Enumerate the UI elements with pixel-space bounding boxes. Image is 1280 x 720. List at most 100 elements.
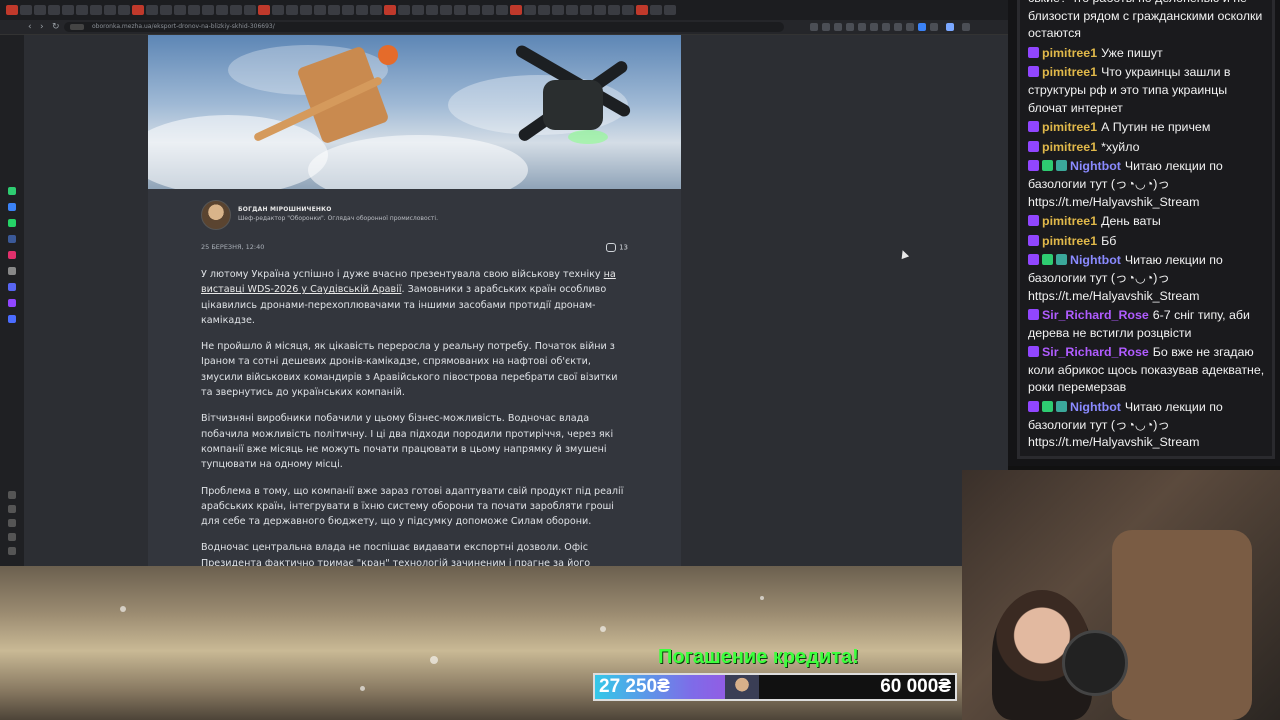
instagram-icon[interactable] (8, 251, 16, 259)
chat-username[interactable]: pimitree1 (1042, 140, 1097, 154)
browser-tab[interactable] (300, 5, 312, 15)
extension-icon[interactable] (918, 23, 926, 31)
browser-tab[interactable] (76, 5, 88, 15)
discord-icon[interactable] (8, 283, 16, 291)
browser-tab[interactable] (160, 5, 172, 15)
browser-tab[interactable] (566, 5, 578, 15)
extension-icon[interactable] (906, 23, 914, 31)
browser-tab[interactable] (650, 5, 662, 15)
chat-username[interactable]: Nightbot (1070, 253, 1121, 267)
browser-tab[interactable] (328, 5, 340, 15)
tab-strip[interactable] (0, 0, 1008, 20)
extension-icon[interactable] (882, 23, 890, 31)
browser-tab[interactable] (552, 5, 564, 15)
chat-username[interactable]: pimitree1 (1042, 234, 1097, 248)
browser-tab[interactable] (510, 5, 522, 15)
extension-icon[interactable] (858, 23, 866, 31)
browser-tab[interactable] (244, 5, 256, 15)
chat-username[interactable]: Nightbot (1070, 159, 1121, 173)
telegram-icon[interactable] (8, 235, 16, 243)
extension-icon[interactable] (894, 23, 902, 31)
clock-icon[interactable] (8, 519, 16, 527)
menu-icon[interactable] (962, 23, 970, 31)
browser-tab[interactable] (426, 5, 438, 15)
extension-icon[interactable] (846, 23, 854, 31)
profile-icon[interactable] (946, 23, 954, 31)
browser-tab[interactable] (48, 5, 60, 15)
browser-tab[interactable] (440, 5, 452, 15)
address-bar[interactable]: oboronka.mezha.ua/eksport-dronov-na-bliz… (64, 22, 784, 32)
browser-tab[interactable] (314, 5, 326, 15)
chat-panel: ськие? что работы по делоненью и не близ… (1020, 0, 1272, 456)
tips-icon[interactable] (8, 547, 16, 555)
browser-tab[interactable] (664, 5, 676, 15)
browser-tab[interactable] (202, 5, 214, 15)
browser-tab[interactable] (524, 5, 536, 15)
extension-icon[interactable] (834, 23, 842, 31)
settings-icon[interactable] (8, 533, 16, 541)
microphone (1062, 630, 1128, 696)
browser-tab[interactable] (482, 5, 494, 15)
browser-tab[interactable] (6, 5, 18, 15)
sub-badge-icon (1028, 254, 1039, 266)
chat-username[interactable]: pimitree1 (1042, 65, 1097, 79)
back-icon[interactable]: ‹ (28, 21, 32, 33)
extension-icon[interactable] (810, 23, 818, 31)
x-icon[interactable] (8, 267, 16, 275)
browser-tab[interactable] (104, 5, 116, 15)
browser-tab[interactable] (216, 5, 228, 15)
browser-tab[interactable] (342, 5, 354, 15)
twitch-icon[interactable] (8, 299, 16, 307)
chat-username[interactable]: pimitree1 (1042, 46, 1097, 60)
browser-tab[interactable] (90, 5, 102, 15)
site-info-icon[interactable] (70, 24, 84, 30)
browser-tab[interactable] (384, 5, 396, 15)
browser-tab[interactable] (594, 5, 606, 15)
chat-username[interactable]: pimitree1 (1042, 214, 1097, 228)
browser-tab[interactable] (636, 5, 648, 15)
app-icon[interactable] (8, 315, 16, 323)
browser-tab[interactable] (132, 5, 144, 15)
sub-badge-icon (1028, 346, 1039, 358)
chat-app-icon[interactable] (8, 219, 16, 227)
chat-username[interactable]: Nightbot (1070, 400, 1121, 414)
chat-username[interactable]: Sir_Richard_Rose (1042, 308, 1149, 322)
browser-tab[interactable] (580, 5, 592, 15)
bot-badge-icon (1056, 160, 1067, 172)
browser-tab[interactable] (398, 5, 410, 15)
whatsapp-icon[interactable] (8, 187, 16, 195)
comments-link[interactable]: 13 (606, 243, 628, 252)
browser-tab[interactable] (34, 5, 46, 15)
browser-tab[interactable] (370, 5, 382, 15)
browser-tab[interactable] (118, 5, 130, 15)
browser-tab[interactable] (468, 5, 480, 15)
browser-tab[interactable] (188, 5, 200, 15)
browser-tab[interactable] (496, 5, 508, 15)
forward-icon[interactable]: › (40, 21, 44, 33)
browser-tab[interactable] (174, 5, 186, 15)
author-name[interactable]: БОГДАН МІРОШНИЧЕНКО (238, 206, 332, 213)
browser-tab[interactable] (230, 5, 242, 15)
heart-icon[interactable] (8, 491, 16, 499)
browser-tab[interactable] (356, 5, 368, 15)
chat-username[interactable]: pimitree1 (1042, 120, 1097, 134)
browser-tab[interactable] (622, 5, 634, 15)
browser-tab[interactable] (454, 5, 466, 15)
browser-tab[interactable] (608, 5, 620, 15)
browser-tab[interactable] (258, 5, 270, 15)
author-avatar[interactable] (201, 200, 231, 230)
browser-tab[interactable] (62, 5, 74, 15)
chat-username[interactable]: Sir_Richard_Rose (1042, 345, 1149, 359)
browser-tab[interactable] (146, 5, 158, 15)
extension-icon[interactable] (822, 23, 830, 31)
history-icon[interactable] (8, 505, 16, 513)
extension-icon[interactable] (930, 23, 938, 31)
browser-tab[interactable] (20, 5, 32, 15)
extension-icon[interactable] (870, 23, 878, 31)
browser-tab[interactable] (272, 5, 284, 15)
messenger-icon[interactable] (8, 203, 16, 211)
browser-tab[interactable] (538, 5, 550, 15)
browser-tab[interactable] (286, 5, 298, 15)
browser-tab[interactable] (412, 5, 424, 15)
reload-icon[interactable]: ↻ (52, 21, 60, 33)
